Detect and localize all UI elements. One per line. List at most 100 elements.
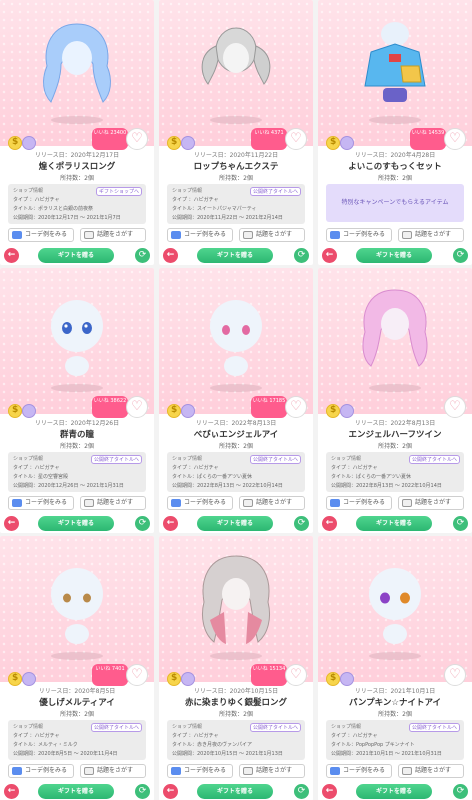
find-topic-button[interactable]: 話題をさがす bbox=[398, 764, 464, 778]
owned-count: 所持数：2個 bbox=[378, 175, 412, 182]
send-gift-button[interactable]: ギフトを贈る bbox=[197, 784, 273, 799]
item-image bbox=[349, 14, 441, 114]
send-gift-button[interactable]: ギフトを贈る bbox=[197, 248, 273, 263]
shop-title-link[interactable]: 公開終了タイトルへ bbox=[408, 723, 460, 732]
send-gift-button[interactable]: ギフトを贈る bbox=[38, 248, 114, 263]
find-topic-button[interactable]: 話題をさがす bbox=[239, 228, 305, 242]
back-arrow-icon[interactable]: ← bbox=[4, 248, 19, 263]
release-date: リリース日：2020年8月5日 bbox=[38, 688, 116, 695]
heart-icon[interactable]: ♡ bbox=[126, 128, 148, 150]
coord-icon bbox=[330, 767, 340, 775]
shop-title-link[interactable]: 公開終了タイトルへ bbox=[90, 455, 142, 464]
send-gift-button[interactable]: ギフトを贈る bbox=[38, 516, 114, 531]
heart-icon[interactable]: ♡ bbox=[285, 396, 307, 418]
shop-title-link[interactable]: 公開終了タイトルへ bbox=[249, 723, 301, 732]
refresh-icon[interactable]: ⟳ bbox=[135, 784, 150, 799]
card-nav: ← ギフトを贈る ⟳ bbox=[159, 514, 313, 533]
item-card: いいね 7401 ♡ リリース日：2020年8月5日 優しげメルティアイ 所持数… bbox=[0, 536, 154, 800]
gem-icon bbox=[340, 136, 354, 150]
find-topic-button[interactable]: 話題をさがす bbox=[398, 228, 464, 242]
coord-icon bbox=[171, 767, 181, 775]
send-gift-button[interactable]: ギフトを贈る bbox=[356, 516, 432, 531]
shop-title-link[interactable]: 公開終了タイトルへ bbox=[90, 723, 142, 732]
view-coord-label: コーデ例をみる bbox=[343, 231, 386, 238]
find-topic-button[interactable]: 話題をさがす bbox=[398, 496, 464, 510]
refresh-icon[interactable]: ⟳ bbox=[453, 248, 468, 263]
find-topic-button[interactable]: 話題をさがす bbox=[80, 228, 146, 242]
coord-icon bbox=[330, 499, 340, 507]
view-coord-button[interactable]: コーデ例をみる bbox=[167, 496, 233, 510]
heart-icon[interactable]: ♡ bbox=[444, 396, 466, 418]
refresh-icon[interactable]: ⟳ bbox=[453, 784, 468, 799]
find-topic-label: 話題をさがす bbox=[415, 231, 452, 238]
gem-icon bbox=[22, 136, 36, 150]
view-coord-label: コーデ例をみる bbox=[343, 499, 386, 506]
shop-title-link[interactable]: 公開終了タイトルへ bbox=[249, 187, 301, 196]
send-gift-button[interactable]: ギフトを贈る bbox=[356, 248, 432, 263]
find-topic-button[interactable]: 話題をさがす bbox=[239, 764, 305, 778]
heart-icon[interactable]: ♡ bbox=[285, 664, 307, 686]
item-image bbox=[31, 550, 123, 650]
coin-icon bbox=[167, 404, 181, 418]
item-image bbox=[31, 14, 123, 114]
heart-icon[interactable]: ♡ bbox=[444, 664, 466, 686]
shop-title-link[interactable]: 公開終了タイトルへ bbox=[408, 455, 460, 464]
send-gift-button[interactable]: ギフトを贈る bbox=[356, 784, 432, 799]
topic-icon bbox=[402, 499, 412, 507]
view-coord-button[interactable]: コーデ例をみる bbox=[8, 228, 74, 242]
card-nav: ← ギフトを贈る ⟳ bbox=[318, 782, 472, 800]
back-arrow-icon[interactable]: ← bbox=[4, 784, 19, 799]
shop-info-panel: ショップ情報 公開終了タイトルへ タイプ ：ハピガチャ タイトル：赤き月夜のヴァ… bbox=[167, 720, 305, 760]
find-topic-label: 話題をさがす bbox=[97, 231, 134, 238]
floor-shadow bbox=[210, 384, 262, 392]
refresh-icon[interactable]: ⟳ bbox=[453, 516, 468, 531]
coin-icon bbox=[8, 404, 22, 418]
heart-icon[interactable]: ♡ bbox=[126, 664, 148, 686]
back-arrow-icon[interactable]: ← bbox=[322, 516, 337, 531]
view-coord-button[interactable]: コーデ例をみる bbox=[326, 764, 392, 778]
view-coord-label: コーデ例をみる bbox=[184, 767, 227, 774]
special-campaign-note: 特別なキャンペーンでもらえるアイテム bbox=[326, 184, 464, 222]
refresh-icon[interactable]: ⟳ bbox=[294, 248, 309, 263]
view-coord-button[interactable]: コーデ例をみる bbox=[326, 228, 392, 242]
view-coord-button[interactable]: コーデ例をみる bbox=[8, 764, 74, 778]
find-topic-label: 話題をさがす bbox=[256, 499, 293, 506]
find-topic-button[interactable]: 話題をさがす bbox=[80, 496, 146, 510]
topic-icon bbox=[402, 231, 412, 239]
item-name: 群青の瞳 bbox=[59, 430, 94, 440]
shop-title-link[interactable]: ギフトショップへ bbox=[95, 187, 142, 196]
back-arrow-icon[interactable]: ← bbox=[163, 516, 178, 531]
refresh-icon[interactable]: ⟳ bbox=[294, 784, 309, 799]
refresh-icon[interactable]: ⟳ bbox=[135, 248, 150, 263]
shop-period: 公開期間：2020年12月17日 〜 2021年1月7日 bbox=[13, 215, 121, 221]
find-topic-button[interactable]: 話題をさがす bbox=[239, 496, 305, 510]
shop-type: タイプ ：ハピガチャ bbox=[331, 465, 378, 471]
owned-count: 所持数：2個 bbox=[219, 443, 253, 450]
send-gift-button[interactable]: ギフトを贈る bbox=[197, 516, 273, 531]
view-coord-label: コーデ例をみる bbox=[25, 767, 68, 774]
back-arrow-icon[interactable]: ← bbox=[163, 248, 178, 263]
card-nav: ← ギフトを贈る ⟳ bbox=[0, 246, 154, 265]
shop-title-link[interactable]: 公開終了タイトルへ bbox=[249, 455, 301, 464]
refresh-icon[interactable]: ⟳ bbox=[294, 516, 309, 531]
heart-icon[interactable]: ♡ bbox=[444, 128, 466, 150]
item-image bbox=[349, 282, 441, 382]
view-coord-button[interactable]: コーデ例をみる bbox=[167, 228, 233, 242]
find-topic-button[interactable]: 話題をさがす bbox=[80, 764, 146, 778]
back-arrow-icon[interactable]: ← bbox=[4, 516, 19, 531]
heart-icon[interactable]: ♡ bbox=[126, 396, 148, 418]
back-arrow-icon[interactable]: ← bbox=[322, 248, 337, 263]
refresh-icon[interactable]: ⟳ bbox=[135, 516, 150, 531]
view-coord-button[interactable]: コーデ例をみる bbox=[8, 496, 74, 510]
back-arrow-icon[interactable]: ← bbox=[163, 784, 178, 799]
back-arrow-icon[interactable]: ← bbox=[322, 784, 337, 799]
send-gift-button[interactable]: ギフトを贈る bbox=[38, 784, 114, 799]
card-nav: ← ギフトを贈る ⟳ bbox=[159, 246, 313, 265]
view-coord-button[interactable]: コーデ例をみる bbox=[167, 764, 233, 778]
find-topic-label: 話題をさがす bbox=[415, 499, 452, 506]
heart-icon[interactable]: ♡ bbox=[285, 128, 307, 150]
view-coord-button[interactable]: コーデ例をみる bbox=[326, 496, 392, 510]
item-card: いいね 15134 ♡ リリース日：2020年10月15日 赤に染まりゆく銀髪ロ… bbox=[159, 536, 313, 800]
topic-icon bbox=[243, 231, 253, 239]
item-name: よいこのすもっくセット bbox=[348, 162, 442, 172]
